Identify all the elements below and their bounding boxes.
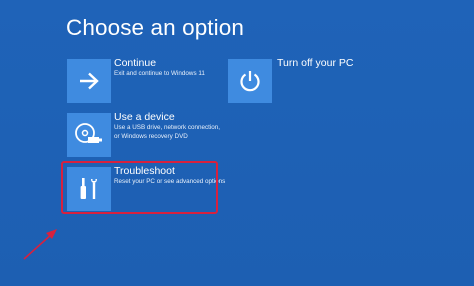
use-device-description-line2: or Windows recovery DVD	[114, 132, 188, 140]
continue-option[interactable]: Continue Exit and continue to Windows 11	[67, 57, 205, 103]
tools-icon	[80, 178, 97, 199]
turn-off-option[interactable]: Turn off your PC	[228, 57, 354, 103]
use-device-label: Use a device	[114, 111, 175, 123]
continue-tile[interactable]	[67, 59, 111, 103]
power-icon	[240, 71, 260, 92]
troubleshoot-option[interactable]: Troubleshoot Reset your PC or see advanc…	[67, 165, 226, 211]
use-device-tile[interactable]	[67, 113, 111, 157]
continue-description: Exit and continue to Windows 11	[114, 70, 205, 77]
turn-off-label: Turn off your PC	[277, 57, 354, 69]
continue-label: Continue	[114, 57, 157, 69]
troubleshoot-description: Reset your PC or see advanced options	[114, 178, 226, 185]
turn-off-tile[interactable]	[228, 59, 272, 103]
use-device-option[interactable]: Use a device Use a USB drive, network co…	[67, 111, 221, 157]
arrow-right-icon	[80, 72, 99, 90]
troubleshoot-tile[interactable]	[67, 167, 111, 211]
troubleshoot-label: Troubleshoot	[114, 165, 175, 177]
disc-usb-icon	[75, 123, 102, 143]
page-title: Choose an option	[66, 15, 244, 40]
use-device-description-line1: Use a USB drive, network connection,	[114, 124, 221, 131]
